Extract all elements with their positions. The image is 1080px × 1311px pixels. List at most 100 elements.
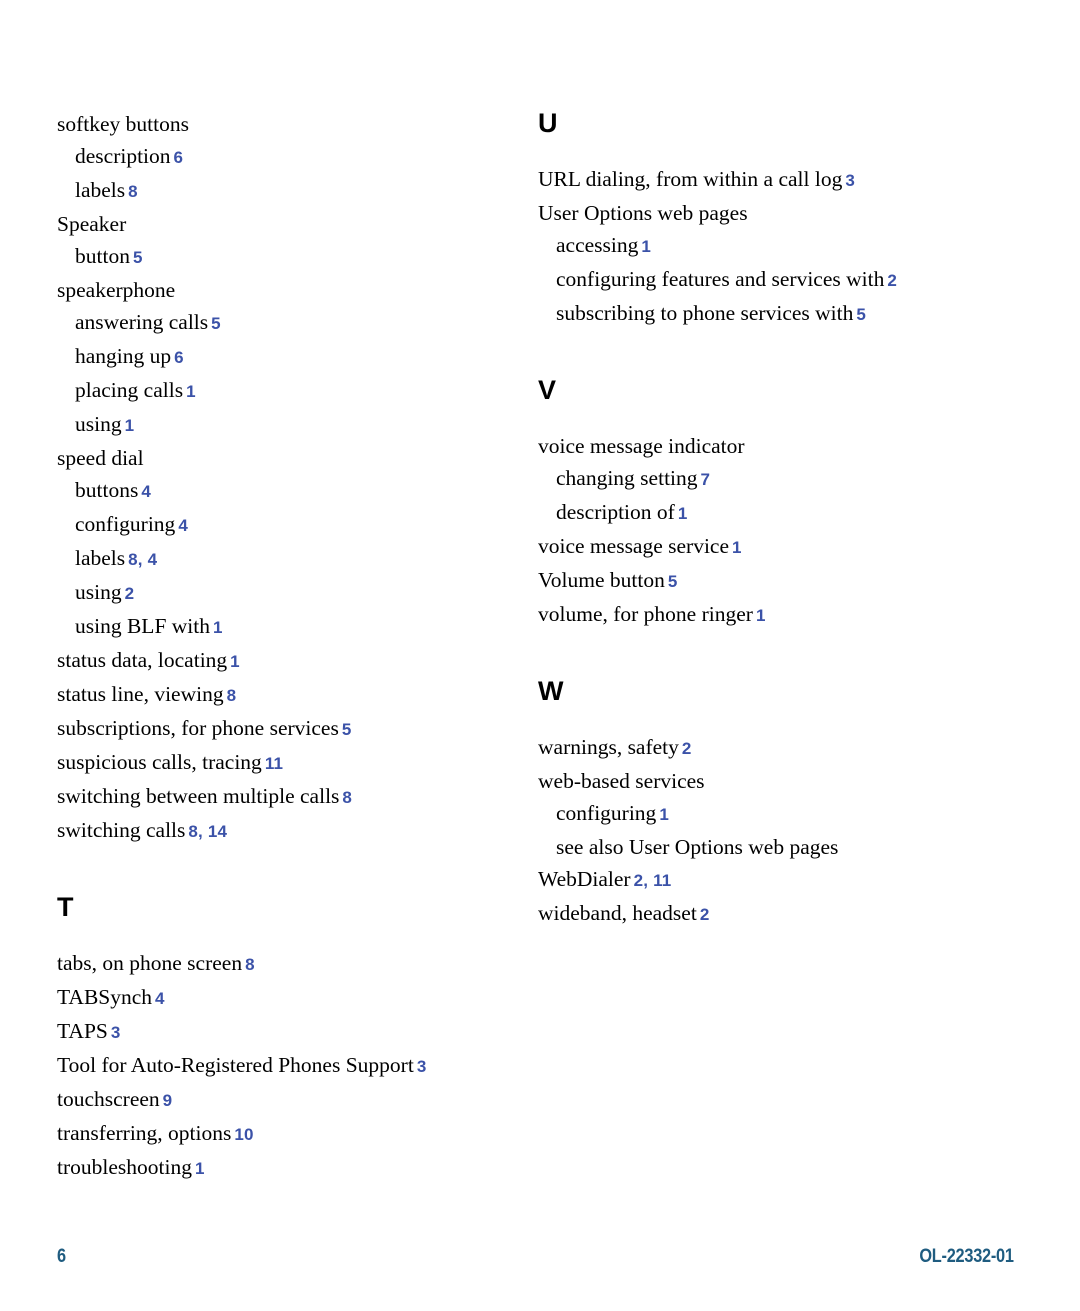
index-entry[interactable]: speed dial — [57, 442, 507, 474]
index-entry[interactable]: subscriptions, for phone services 5 — [57, 712, 507, 746]
index-entry-page-reference[interactable]: 1 — [230, 652, 240, 671]
index-entry[interactable]: answering calls 5 — [57, 306, 507, 340]
index-entry[interactable]: Speaker — [57, 208, 507, 240]
index-entry[interactable]: accessing 1 — [538, 229, 1008, 263]
index-entry-page-reference[interactable]: 5 — [856, 305, 866, 324]
index-entry[interactable]: warnings, safety 2 — [538, 731, 1008, 765]
index-entry[interactable]: touchscreen 9 — [57, 1083, 507, 1117]
index-entry[interactable]: troubleshooting 1 — [57, 1151, 507, 1185]
index-entry-page-reference[interactable]: 1 — [186, 382, 196, 401]
index-entry-page-reference[interactable]: 3 — [417, 1057, 427, 1076]
index-entry[interactable]: tabs, on phone screen 8 — [57, 947, 507, 981]
index-entry[interactable]: subscribing to phone services with 5 — [538, 297, 1008, 331]
index-entry-page-reference[interactable]: 4 — [178, 516, 188, 535]
index-entry[interactable]: Volume button 5 — [538, 564, 1008, 598]
index-entry[interactable]: status line, viewing 8 — [57, 678, 507, 712]
index-entry-label: speed dial — [57, 446, 144, 470]
footer-document-number: OL-22332-01 — [919, 1246, 1015, 1267]
index-entry[interactable]: switching between multiple calls 8 — [57, 780, 507, 814]
index-entry-page-reference[interactable]: 8 — [128, 182, 138, 201]
index-entry[interactable]: TABSynch 4 — [57, 981, 507, 1015]
index-entry[interactable]: Tool for Auto-Registered Phones Support 3 — [57, 1049, 507, 1083]
index-entry[interactable]: speakerphone — [57, 274, 507, 306]
index-entry-page-reference[interactable]: 1 — [659, 805, 669, 824]
index-entry-page-reference[interactable]: 2 — [887, 271, 897, 290]
index-entry-page-reference[interactable]: 10 — [234, 1125, 253, 1144]
index-entry-page-reference[interactable]: 8 — [245, 955, 255, 974]
index-entry[interactable]: description 6 — [57, 140, 507, 174]
index-entry-list: URL dialing, from within a call log 3 User… — [538, 163, 1008, 331]
index-entry[interactable]: using BLF with 1 — [57, 610, 507, 644]
index-entry-page-reference[interactable]: 1 — [678, 504, 688, 523]
index-entry-page-reference[interactable]: 2 — [125, 584, 135, 603]
index-entry-page-reference[interactable]: 11 — [265, 754, 283, 773]
index-entry-page-reference[interactable]: 1 — [195, 1159, 205, 1178]
index-entry-page-reference[interactable]: 6 — [174, 348, 184, 367]
index-entry[interactable]: URL dialing, from within a call log 3 — [538, 163, 1008, 197]
index-entry-page-reference[interactable]: 1 — [213, 618, 223, 637]
index-entry[interactable]: configuring 1 — [538, 797, 1008, 831]
index-entry-page-reference[interactable]: 2 — [682, 739, 692, 758]
index-entry-page-reference[interactable]: 8 — [227, 686, 237, 705]
index-column-right: U URL dialing, from within a call log 3 Use… — [538, 108, 1008, 931]
index-entry-page-reference[interactable]: 5 — [342, 720, 352, 739]
index-entry-label: voice message service — [538, 534, 730, 558]
index-entry-page-reference[interactable]: 4 — [141, 482, 151, 501]
index-entry[interactable]: voice message service 1 — [538, 530, 1008, 564]
index-entry[interactable]: hanging up 6 — [57, 340, 507, 374]
index-entry[interactable]: labels 8, 4 — [57, 542, 507, 576]
index-entry[interactable]: softkey buttons — [57, 108, 507, 140]
index-entry-page-reference[interactable]: 5 — [668, 572, 678, 591]
index-entry-page-reference[interactable]: 8 — [342, 788, 352, 807]
index-entry[interactable]: buttons 4 — [57, 474, 507, 508]
index-entry-page-reference[interactable]: 5 — [133, 248, 143, 267]
index-entry-page-reference[interactable]: 1 — [641, 237, 651, 256]
index-entry[interactable]: labels 8 — [57, 174, 507, 208]
index-entry[interactable]: volume, for phone ringer 1 — [538, 598, 1008, 632]
index-entry-page-reference[interactable]: 3 — [845, 171, 855, 190]
index-entry-page-reference[interactable]: 1 — [732, 538, 742, 557]
index-entry-label: softkey buttons — [57, 112, 189, 136]
index-section-t: Ttabs, on phone screen 8 TABSynch 4 TAPS 3 Too… — [57, 892, 507, 1185]
index-entry[interactable]: status data, locating 1 — [57, 644, 507, 678]
index-entry-page-reference[interactable]: 8, 14 — [188, 822, 227, 841]
index-entry-label: using BLF with — [75, 614, 210, 638]
index-entry[interactable]: TAPS 3 — [57, 1015, 507, 1049]
index-entry[interactable]: WebDialer 2, 11 — [538, 863, 1008, 897]
index-entry-label: using — [75, 580, 122, 604]
index-entry[interactable]: web-based services — [538, 765, 1008, 797]
index-entry[interactable]: using 2 — [57, 576, 507, 610]
index-entry[interactable]: placing calls 1 — [57, 374, 507, 408]
index-entry-page-reference[interactable]: 4 — [155, 989, 165, 1008]
index-entry[interactable]: suspicious calls, tracing 11 — [57, 746, 507, 780]
index-entry-page-reference[interactable]: 6 — [174, 148, 184, 167]
index-entry[interactable]: voice message indicator — [538, 430, 1008, 462]
index-entry[interactable]: button 5 — [57, 240, 507, 274]
index-entry[interactable]: see also User Options web pages — [538, 831, 1008, 863]
index-entry-label: configuring features and services with — [556, 267, 885, 291]
index-entry[interactable]: using 1 — [57, 408, 507, 442]
index-entry[interactable]: User Options web pages — [538, 197, 1008, 229]
index-entry-page-reference[interactable]: 9 — [163, 1091, 173, 1110]
index-entry-page-reference[interactable]: 3 — [111, 1023, 121, 1042]
index-entry-page-reference[interactable]: 7 — [701, 470, 711, 489]
footer-page-number: 6 — [57, 1246, 66, 1267]
index-entry[interactable]: configuring features and services with 2 — [538, 263, 1008, 297]
index-entry-page-reference[interactable]: 2, 11 — [634, 871, 672, 890]
index-entry-page-reference[interactable]: 2 — [700, 905, 710, 924]
index-entry-label: status data, locating — [57, 648, 228, 672]
index-entry[interactable]: configuring 4 — [57, 508, 507, 542]
index-entry[interactable]: description of 1 — [538, 496, 1008, 530]
index-entry-label: answering calls — [75, 310, 209, 334]
index-column-left: softkey buttons description 6 labels 8 Speake… — [57, 108, 507, 1185]
index-section-v: Vvoice message indicator changing setting… — [538, 375, 1008, 632]
index-entry-page-reference[interactable]: 8, 4 — [128, 550, 157, 569]
index-entry[interactable]: changing setting 7 — [538, 462, 1008, 496]
index-entry[interactable]: transferring, options 10 — [57, 1117, 507, 1151]
index-entry-page-reference[interactable]: 1 — [756, 606, 766, 625]
index-entry[interactable]: wideband, headset 2 — [538, 897, 1008, 931]
index-entry[interactable]: switching calls 8, 14 — [57, 814, 507, 848]
index-entry-page-reference[interactable]: 5 — [211, 314, 221, 333]
index-entry-page-reference[interactable]: 1 — [125, 416, 135, 435]
section-heading-letter: T — [57, 892, 74, 922]
